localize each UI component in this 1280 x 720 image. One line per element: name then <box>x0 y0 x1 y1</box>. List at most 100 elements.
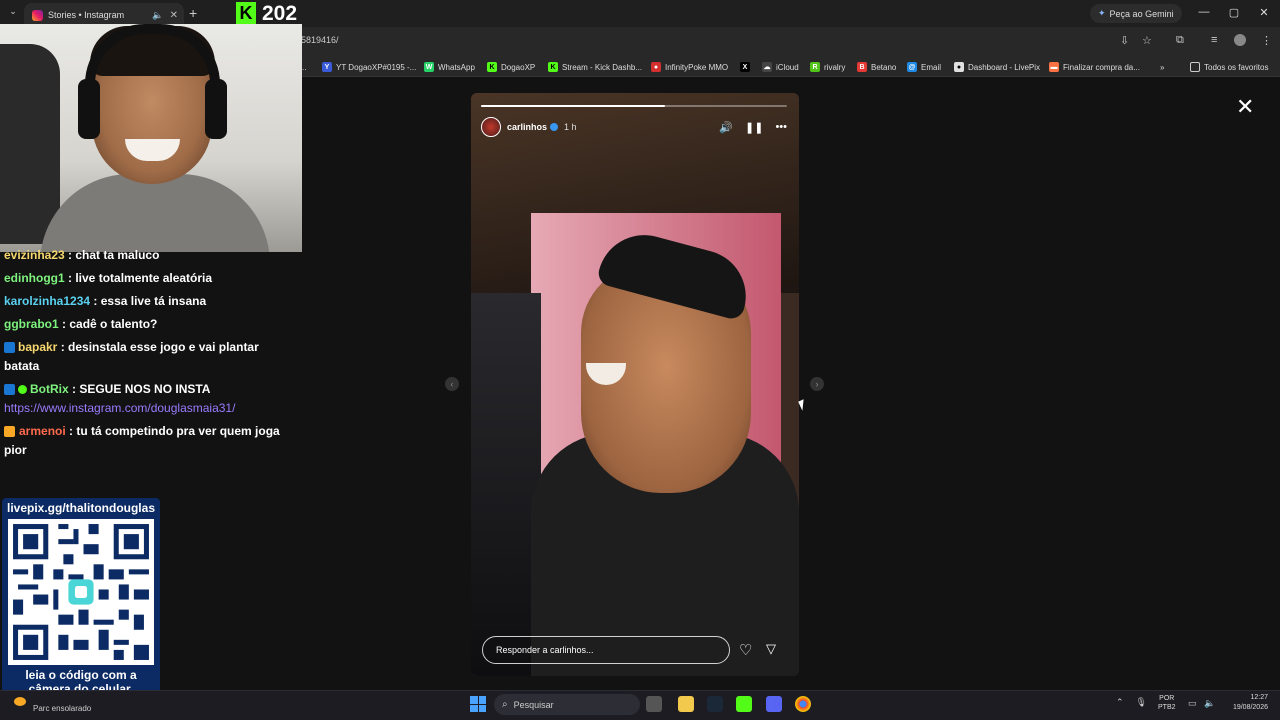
share-icon[interactable]: ▽ <box>766 641 776 657</box>
headset-left-cup <box>78 79 100 139</box>
start-button[interactable] <box>470 696 486 712</box>
file-explorer-icon[interactable] <box>678 696 694 712</box>
bookmark-item[interactable]: K Stream - Kick Dashb... <box>548 60 642 74</box>
maximize-button[interactable]: ▢ <box>1226 6 1242 19</box>
speaker-icon[interactable]: 🔈 <box>1204 698 1215 709</box>
bookmark-favicon-icon: ● <box>651 62 661 72</box>
tab-list-icon[interactable]: ≡ <box>1211 34 1217 46</box>
chat-link[interactable]: https://www.instagram.com/douglasmaia31/ <box>4 401 235 415</box>
network-icon[interactable]: ▭ <box>1188 698 1197 709</box>
chat-username[interactable]: BotRix <box>30 382 69 396</box>
discord-icon[interactable] <box>766 696 782 712</box>
bookmark-item[interactable]: X <box>740 60 754 74</box>
bookmark-item[interactable]: ☁ iCloud <box>762 60 799 74</box>
viewer-count: 202 <box>262 2 298 25</box>
heart-icon[interactable]: ♡ <box>739 641 752 659</box>
qr-code <box>8 519 154 665</box>
bookmark-favicon-icon: @ <box>907 62 917 72</box>
chat-text: essa live tá insana <box>100 294 207 308</box>
bookmark-favicon-icon: K <box>548 62 558 72</box>
more-options-icon[interactable]: ••• <box>775 121 787 133</box>
streamer-shirt <box>40 174 270 252</box>
chat-username[interactable]: karolzinha1234 <box>4 294 90 308</box>
all-favorites-label: Todos os favoritos <box>1204 62 1269 72</box>
ask-gemini-button[interactable]: ✦ Peça ao Gemini <box>1090 4 1182 23</box>
gemini-icon: ✦ <box>1098 8 1106 18</box>
chat-username[interactable]: evizinha23 <box>4 248 65 262</box>
verified-icon <box>550 123 559 131</box>
chat-separator: : <box>57 340 69 354</box>
story-time: 1 h <box>564 122 577 132</box>
menu-icon[interactable]: ⋮ <box>1261 34 1272 47</box>
bookmark-item[interactable]: ● Dashboard - LivePix <box>954 60 1040 74</box>
tab-close-icon[interactable]: ✕ <box>170 10 178 21</box>
reply-input[interactable]: Responder a carlinhos... <box>482 636 730 664</box>
chat-message: karolzinha1234 : essa live tá insana <box>4 292 296 311</box>
bookmark-label: Email <box>921 62 942 72</box>
minimize-button[interactable]: — <box>1196 6 1212 18</box>
weather-icon[interactable] <box>14 697 26 706</box>
story-username[interactable]: carlinhos <box>507 122 547 132</box>
taskbar-search[interactable]: ⌕ Pesquisar <box>494 694 640 715</box>
gaming-chair <box>0 44 60 244</box>
story-viewer[interactable]: carlinhos 1 h 🔊 ❚❚ ••• Responder a carli… <box>471 93 799 676</box>
qr-code-graphic <box>8 519 154 665</box>
new-tab-button[interactable]: + <box>189 5 197 21</box>
subscriber-badge-icon <box>4 342 15 354</box>
close-story-button[interactable]: ✕ <box>1236 94 1254 120</box>
volume-icon[interactable]: 🔊 <box>719 121 733 134</box>
bookmark-label: YT DogaoXP#0195 -... <box>336 62 417 72</box>
profile-avatar[interactable] <box>1234 34 1246 46</box>
bookmarks-more-icon[interactable]: » <box>1160 60 1164 74</box>
story-avatar[interactable] <box>481 117 501 137</box>
chat-username[interactable]: edinhogg1 <box>4 271 65 285</box>
tray-expand-icon[interactable]: ⌃ <box>1116 697 1124 708</box>
extensions-icon[interactable]: ⧉ <box>1176 34 1184 47</box>
bookmark-item[interactable]: @ Email <box>907 60 941 74</box>
install-app-icon[interactable]: ⇩ <box>1120 34 1129 47</box>
url-field[interactable]: 5819416/ <box>301 35 339 45</box>
bookmark-item[interactable]: ▬ Finalizar compra da... <box>1049 60 1140 74</box>
tab-audio-icon[interactable]: 🔈 <box>152 10 163 21</box>
mouse-cursor <box>798 399 808 411</box>
kick-app-icon[interactable] <box>736 696 752 712</box>
story-progress-bar <box>481 105 787 107</box>
microphone-icon[interactable]: 🎙 <box>1136 697 1147 708</box>
chat-username[interactable]: bapakr <box>18 340 57 354</box>
close-window-button[interactable]: ✕ <box>1256 6 1272 19</box>
bookmark-favicon-icon: K <box>487 62 497 72</box>
stream-chat: evizinha23 : chat ta maluco edinhogg1 : l… <box>0 248 300 497</box>
pause-icon[interactable]: ❚❚ <box>745 121 763 134</box>
language-indicator[interactable]: POR PTB2 <box>1158 694 1176 712</box>
bookmark-item[interactable]: Y YT DogaoXP#0195 -... <box>322 60 416 74</box>
task-view-icon[interactable] <box>646 696 662 712</box>
chat-separator: : <box>64 248 76 262</box>
windows-taskbar <box>0 690 1280 720</box>
chat-message: bapakr : desinstala esse jogo e vai plan… <box>4 338 296 376</box>
clock-time: 12:27 <box>1250 694 1268 701</box>
bookmark-overflow-icon[interactable]: .. <box>302 60 306 74</box>
bookmark-label: DogaoXP <box>501 62 536 72</box>
taskbar-clock[interactable]: 12:27 19/08/2026 <box>1228 693 1268 713</box>
bookmark-item[interactable]: ● InfinityPoke MMO <box>651 60 728 74</box>
clock-date: 19/08/2026 <box>1232 704 1268 711</box>
bookmark-item[interactable]: Rrivalry <box>810 60 845 74</box>
bookmark-star-icon[interactable]: ☆ <box>1142 34 1152 47</box>
instagram-icon <box>32 9 43 21</box>
bookmark-item[interactable]: K DogaoXP <box>487 60 535 74</box>
chrome-icon[interactable] <box>795 696 811 712</box>
chat-text: SEGUE NOS NO INSTA <box>79 382 211 396</box>
all-favorites-folder[interactable]: Todos os favoritos <box>1190 60 1268 74</box>
tab-search-button[interactable]: ⌄ <box>6 6 20 20</box>
bookmark-label: rivalry <box>824 62 846 72</box>
bookmark-item[interactable]: W WhatsApp <box>424 60 475 74</box>
previous-story-button[interactable]: ‹ <box>445 377 459 391</box>
chat-username[interactable]: armenoi <box>19 424 66 438</box>
steam-icon[interactable] <box>707 696 723 712</box>
crown-badge-icon <box>4 426 15 438</box>
chat-username[interactable]: ggbrabo1 <box>4 317 59 331</box>
chat-message: evizinha23 : chat ta maluco <box>4 246 296 265</box>
bookmark-item[interactable]: B Betano <box>857 60 896 74</box>
weather-text[interactable]: Parc ensolarado <box>33 704 91 713</box>
next-story-button[interactable]: › <box>810 377 824 391</box>
